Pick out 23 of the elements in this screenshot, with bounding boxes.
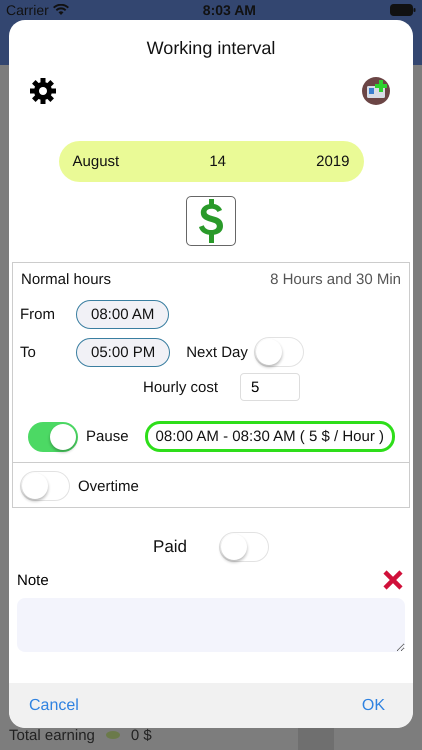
next-day-label: Next Day: [186, 344, 248, 360]
status-time: 8:03 AM: [202, 2, 256, 18]
total-earning-value: 0 $: [130, 726, 152, 744]
to-label: To: [20, 344, 37, 360]
hourly-cost-label: Hourly cost: [143, 378, 218, 396]
from-label: From: [20, 306, 56, 323]
pause-interval-button[interactable]: 08:00 AM - 08:30 AM ( 5 $ / Hour ): [144, 421, 395, 452]
duration-label: 8 Hours and 30 Min: [270, 271, 401, 288]
overtime-label: Overtime: [78, 478, 139, 494]
hourly-cost-field[interactable]: 5: [240, 373, 300, 401]
normal-hours-label: Normal hours: [21, 271, 112, 288]
pause-label: Pause: [86, 428, 129, 445]
from-time-button[interactable]: 08:00 AM: [76, 300, 170, 329]
carrier-label: Carrier: [6, 2, 49, 18]
to-time-button[interactable]: 05:00 PM: [76, 338, 170, 366]
total-earning-label: Total earning: [9, 726, 95, 744]
month-label: August: [72, 153, 120, 170]
year-label: 2019: [316, 153, 350, 170]
dialog-title: Working interval: [146, 38, 276, 59]
date-picker[interactable]: August 14 2019: [58, 141, 364, 182]
paid-label: Paid: [152, 537, 188, 557]
day-label: 14: [209, 153, 226, 170]
note-label: Note: [17, 572, 49, 588]
